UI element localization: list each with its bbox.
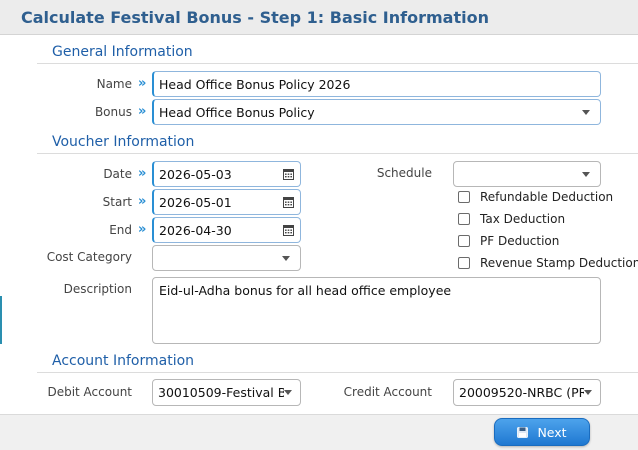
section-heading-account: Account Information <box>52 353 195 369</box>
section-divider <box>37 153 638 154</box>
checkbox-box[interactable] <box>458 257 470 269</box>
refundable-deduction-checkbox[interactable]: Refundable Deduction <box>458 190 613 204</box>
start-label: Start <box>102 195 132 209</box>
checkbox-label: PF Deduction <box>480 234 560 248</box>
debit-account-value: 30010509-Festival Bo <box>158 385 284 400</box>
chevron-down-icon <box>284 390 292 395</box>
bonus-label: Bonus <box>94 105 132 119</box>
end-date-input[interactable]: 2026-04-30 <box>152 217 301 243</box>
name-label: Name <box>96 77 132 91</box>
chevron-down-icon <box>582 109 590 115</box>
next-button[interactable]: Next <box>494 418 590 446</box>
save-icon <box>517 426 529 438</box>
checkbox-label: Revenue Stamp Deduction <box>480 256 638 270</box>
chevron-down-icon <box>282 255 290 261</box>
page-title: Calculate Festival Bonus - Step 1: Basic… <box>21 8 489 27</box>
bonus-select-value: Head Office Bonus Policy <box>159 104 315 120</box>
required-marker: » <box>138 104 147 119</box>
credit-account-value: 20009520-NRBC (PRI <box>459 385 584 400</box>
cost-category-label: Cost Category <box>46 250 132 264</box>
bonus-select[interactable]: Head Office Bonus Policy <box>152 99 601 125</box>
end-date-value: 2026-04-30 <box>159 222 232 238</box>
next-button-label: Next <box>537 424 567 440</box>
description-value: Eid-ul-Adha bonus for all head office em… <box>159 283 452 298</box>
name-field-value: Head Office Bonus Policy 2026 <box>159 76 351 92</box>
schedule-select[interactable] <box>453 161 601 187</box>
calendar-icon[interactable] <box>283 224 294 236</box>
left-edge-accent <box>0 296 2 344</box>
revenue-stamp-deduction-checkbox[interactable]: Revenue Stamp Deduction <box>458 256 638 270</box>
start-date-input[interactable]: 2026-05-01 <box>152 189 301 215</box>
required-marker: » <box>138 194 147 209</box>
calendar-icon[interactable] <box>283 168 294 180</box>
checkbox-label: Tax Deduction <box>480 212 566 226</box>
credit-account-select[interactable]: 20009520-NRBC (PRI <box>453 379 601 406</box>
chevron-down-icon <box>584 390 592 395</box>
checkbox-box[interactable] <box>458 235 470 247</box>
section-divider <box>37 63 638 64</box>
credit-account-label: Credit Account <box>343 385 432 399</box>
checkbox-box[interactable] <box>458 213 470 225</box>
debit-account-label: Debit Account <box>47 385 132 399</box>
required-marker: » <box>138 166 147 181</box>
name-field[interactable]: Head Office Bonus Policy 2026 <box>152 71 601 97</box>
schedule-label: Schedule <box>376 166 432 180</box>
description-textarea[interactable]: Eid-ul-Adha bonus for all head office em… <box>152 277 601 344</box>
chevron-down-icon <box>582 171 590 177</box>
section-heading-general: General Information <box>52 44 193 60</box>
section-divider <box>37 372 638 373</box>
required-marker: » <box>138 76 147 91</box>
checkbox-label: Refundable Deduction <box>480 190 614 204</box>
description-label: Description <box>63 282 132 296</box>
pf-deduction-checkbox[interactable]: PF Deduction <box>458 234 559 248</box>
tax-deduction-checkbox[interactable]: Tax Deduction <box>458 212 565 226</box>
checkbox-box[interactable] <box>458 191 470 203</box>
section-heading-voucher: Voucher Information <box>52 134 195 150</box>
calendar-icon[interactable] <box>283 196 294 208</box>
date-label: Date <box>103 167 132 181</box>
debit-account-select[interactable]: 30010509-Festival Bo <box>152 379 301 406</box>
start-date-value: 2026-05-01 <box>159 194 232 210</box>
required-marker: » <box>138 222 147 237</box>
date-input-value: 2026-05-03 <box>159 166 232 182</box>
date-input[interactable]: 2026-05-03 <box>152 161 301 187</box>
cost-category-select[interactable] <box>152 245 301 271</box>
end-label: End <box>109 223 132 237</box>
